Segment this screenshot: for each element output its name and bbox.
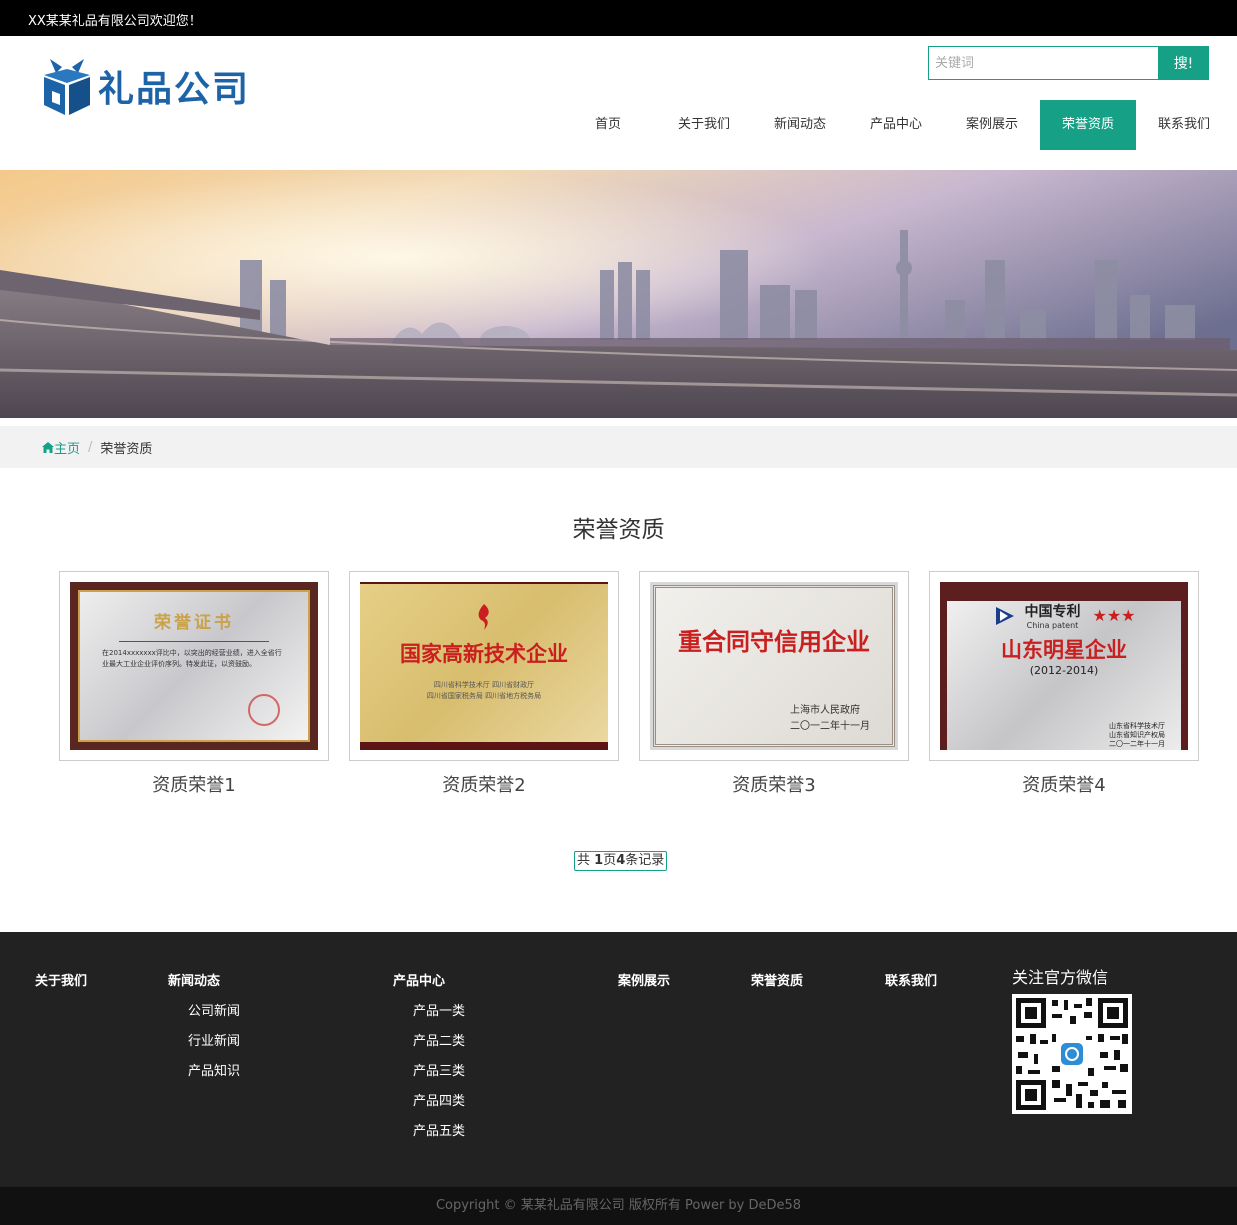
honor-thumbnail[interactable]: 中国专利 China patent ★★★ 山东明星企业 (2012-2014)…	[929, 571, 1199, 761]
footer-link[interactable]: 产品知识	[188, 1060, 240, 1079]
nav-item-home[interactable]: 首页	[560, 100, 656, 150]
patent-logo-icon	[996, 606, 1015, 625]
footer-link[interactable]: 产品一类	[413, 1000, 465, 1019]
cert-issuer1: 山东省科学技术厅	[1109, 722, 1165, 730]
copyright: Copyright © 某某礼品有限公司 版权所有 Power by DeDe5…	[0, 1187, 1237, 1225]
cert-title: 荣誉证书	[154, 613, 234, 633]
pager-suffix: 条记录	[625, 853, 665, 868]
certificate-image: 荣誉证书 在2014xxxxxxx评比中，以突出的经营业绩，进入全省行业最大工业…	[70, 582, 318, 750]
honor-caption[interactable]: 资质荣誉3	[639, 771, 909, 797]
footer-link[interactable]: 产品二类	[413, 1030, 465, 1049]
certificate-image: 国家高新技术企业 四川省科学技术厅 四川省财政厅 四川省国家税务局 四川省地方税…	[360, 582, 608, 750]
honor-list: 荣誉证书 在2014xxxxxxx评比中，以突出的经营业绩，进入全省行业最大工业…	[59, 571, 1199, 801]
honor-card[interactable]: 中国专利 China patent ★★★ 山东明星企业 (2012-2014)…	[929, 571, 1199, 797]
certificate-image: 重合同守信用企业 上海市人民政府 二〇一二年十一月	[650, 582, 898, 750]
footer-title-about[interactable]: 关于我们	[35, 970, 87, 989]
footer-title-news[interactable]: 新闻动态	[168, 970, 220, 989]
logo-text: 礼品公司	[98, 69, 251, 110]
honor-card[interactable]: 重合同守信用企业 上海市人民政府 二〇一二年十一月 资质荣誉3	[639, 571, 909, 797]
emblem-icon	[478, 604, 489, 630]
search-bar: 搜!	[928, 46, 1209, 80]
cert-date: 二〇一二年十一月	[1109, 740, 1165, 748]
nav-item-products[interactable]: 产品中心	[848, 100, 944, 150]
cert-seal	[248, 694, 280, 726]
wechat-title: 关注官方微信	[1012, 968, 1109, 987]
cert-title: 国家高新技术企业	[400, 642, 568, 666]
footer-link[interactable]: 公司新闻	[188, 1000, 240, 1019]
pager-pages: 1	[594, 853, 604, 868]
cert-header-text: 中国专利	[1024, 604, 1081, 620]
honor-caption[interactable]: 资质荣誉4	[929, 771, 1199, 797]
honor-caption[interactable]: 资质荣誉2	[349, 771, 619, 797]
home-icon	[42, 441, 54, 453]
nav-item-news[interactable]: 新闻动态	[752, 100, 848, 150]
nav-item-contact[interactable]: 联系我们	[1136, 100, 1232, 150]
wechat-qr-code	[1012, 994, 1132, 1114]
footer: 关于我们 新闻动态 公司新闻 行业新闻 产品知识 产品中心 产品一类 产品二类 …	[0, 932, 1237, 1187]
cert-issuer: 上海市人民政府	[790, 705, 860, 716]
honor-thumbnail[interactable]: 国家高新技术企业 四川省科学技术厅 四川省财政厅 四川省国家税务局 四川省地方税…	[349, 571, 619, 761]
top-bar: XX某某礼品有限公司欢迎您！	[0, 0, 1237, 36]
cert-issuer-block: 山东省科学技术厅 山东省知识产权局 二〇一二年十一月	[1109, 722, 1165, 749]
nav-item-about[interactable]: 关于我们	[656, 100, 752, 150]
search-button[interactable]: 搜!	[1158, 46, 1209, 80]
breadcrumb-separator: /	[88, 439, 93, 455]
footer-link[interactable]: 产品五类	[413, 1120, 465, 1139]
logo[interactable]: 礼品公司	[40, 54, 250, 118]
certificate-image: 中国专利 China patent ★★★ 山东明星企业 (2012-2014)…	[940, 582, 1188, 750]
footer-title-honors[interactable]: 荣誉资质	[751, 970, 803, 989]
nav-item-honors[interactable]: 荣誉资质	[1040, 100, 1136, 150]
gift-box-icon	[44, 59, 90, 115]
cert-header: 中国专利 China patent ★★★	[947, 601, 1181, 630]
pager-prefix: 共	[577, 853, 595, 868]
footer-title-cases[interactable]: 案例展示	[618, 970, 670, 989]
pagination-info: 共 1页4条记录	[574, 851, 668, 871]
honor-caption[interactable]: 资质荣誉1	[59, 771, 329, 797]
breadcrumb-current: 荣誉资质	[100, 441, 153, 457]
page-title: 荣誉资质	[572, 517, 665, 543]
stars-icon: ★★★	[1092, 606, 1136, 625]
nav-item-cases[interactable]: 案例展示	[944, 100, 1040, 150]
footer-link[interactable]: 产品四类	[413, 1090, 465, 1109]
welcome-text: XX某某礼品有限公司欢迎您！	[28, 14, 202, 29]
cert-date: 二〇一二年十一月	[790, 721, 870, 732]
cert-issuer2: 山东省知识产权局	[1109, 731, 1165, 739]
pager-records: 4	[616, 853, 626, 868]
cert-years: (2012-2014)	[1029, 664, 1099, 677]
cert-header-en: China patent	[1026, 621, 1079, 630]
pager-middle: 页	[603, 853, 617, 868]
breadcrumb-home-label: 主页	[54, 441, 81, 457]
honor-card[interactable]: 国家高新技术企业 四川省科学技术厅 四川省财政厅 四川省国家税务局 四川省地方税…	[349, 571, 619, 797]
cert-underline	[119, 641, 269, 642]
honor-thumbnail[interactable]: 重合同守信用企业 上海市人民政府 二〇一二年十一月	[639, 571, 909, 761]
main-nav: 首页 关于我们 新闻动态 产品中心 案例展示 荣誉资质 联系我们	[560, 100, 1232, 150]
cert-title: 重合同守信用企业	[678, 628, 870, 656]
breadcrumb-home[interactable]: 主页	[42, 438, 80, 457]
footer-link[interactable]: 产品三类	[413, 1060, 465, 1079]
footer-title-contact[interactable]: 联系我们	[885, 970, 937, 989]
cert-issuers: 四川省科学技术厅 四川省财政厅 四川省国家税务局 四川省地方税务局	[426, 681, 542, 700]
cert-title: 山东明星企业	[1001, 638, 1127, 662]
footer-link[interactable]: 行业新闻	[188, 1030, 240, 1049]
cert-body: 在2014xxxxxxx评比中，以突出的经营业绩，进入全省行业最大工业企业评价序…	[102, 649, 282, 668]
banner-image	[0, 170, 1237, 418]
footer-title-products[interactable]: 产品中心	[393, 970, 445, 989]
honor-card[interactable]: 荣誉证书 在2014xxxxxxx评比中，以突出的经营业绩，进入全省行业最大工业…	[59, 571, 329, 797]
breadcrumb: 主页 / 荣誉资质	[0, 426, 1237, 468]
honor-thumbnail[interactable]: 荣誉证书 在2014xxxxxxx评比中，以突出的经营业绩，进入全省行业最大工业…	[59, 571, 329, 761]
search-input[interactable]	[928, 46, 1158, 80]
header: 礼品公司 搜! 首页 关于我们 新闻动态 产品中心 案例展示 荣誉资质 联系我们	[0, 36, 1237, 170]
